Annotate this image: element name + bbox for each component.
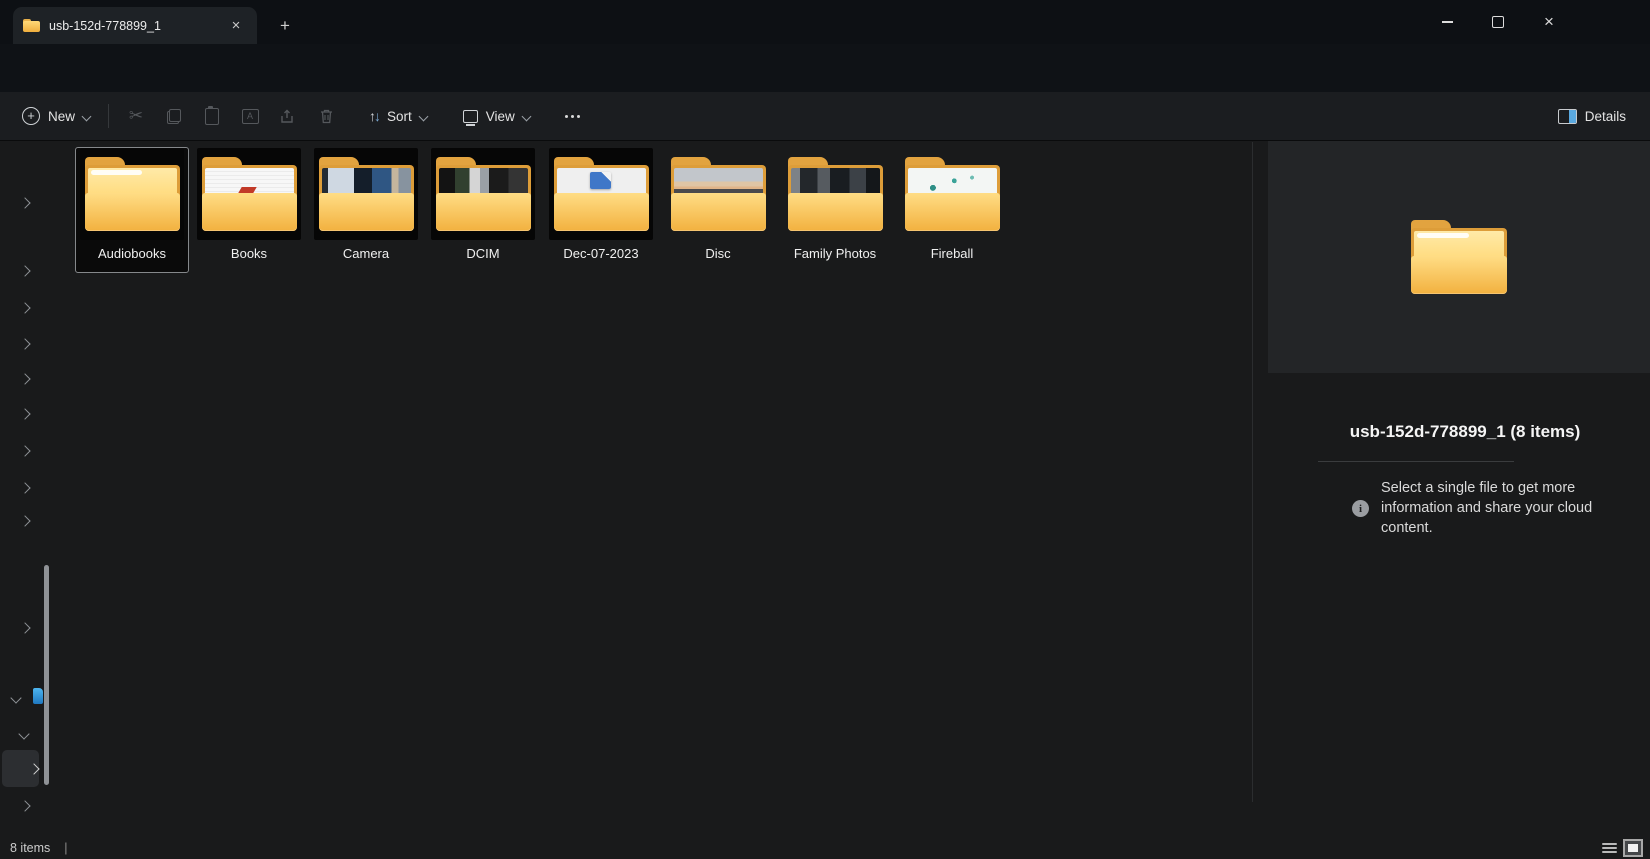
ellipsis-icon [565, 115, 580, 118]
tree-chevron-icon[interactable] [19, 800, 30, 811]
explorer-tab[interactable]: usb-152d-778899_1 [13, 7, 257, 44]
file-name: Audiobooks [98, 246, 166, 261]
chevron-down-icon [521, 111, 531, 121]
details-info-text: Select a single file to get more informa… [1381, 478, 1617, 538]
folder-icon [436, 157, 531, 231]
new-button-label: New [48, 109, 75, 124]
new-tab-button[interactable] [272, 13, 298, 39]
items-count: 8 items [10, 841, 50, 855]
status-bar: 8 items | [10, 841, 68, 855]
folder-icon [23, 19, 40, 32]
copy-button[interactable] [155, 99, 193, 133]
trash-icon [319, 108, 334, 124]
tree-chevron-icon[interactable] [19, 515, 30, 526]
file-name: Dec-07-2023 [563, 246, 638, 261]
sort-icon [369, 108, 379, 124]
close-tab-icon[interactable] [225, 15, 247, 37]
share-button[interactable] [269, 99, 307, 133]
file-tile-fireball[interactable]: Fireball [896, 148, 1008, 272]
file-tile-dec-07-2023[interactable]: Dec-07-2023 [545, 148, 657, 272]
chevron-down-icon [418, 111, 428, 121]
file-name: Books [231, 246, 267, 261]
copy-icon [167, 109, 181, 124]
plus-icon [22, 107, 40, 125]
file-tile-family-photos[interactable]: Family Photos [779, 148, 891, 272]
file-explorer-window: usb-152d-778899_1 Network 192 [0, 0, 1650, 859]
folder-icon [788, 157, 883, 231]
more-options-button[interactable] [554, 99, 592, 133]
paste-icon [205, 108, 219, 125]
file-name: Family Photos [794, 246, 876, 261]
navigation-bar: Network 192.168.100.1 usb-152d-778899_1 [0, 44, 1650, 92]
file-name: Fireball [931, 246, 974, 261]
cut-icon [129, 106, 143, 126]
cut-button[interactable] [117, 99, 155, 133]
view-toggles [1601, 839, 1643, 857]
file-tile-camera[interactable]: Camera [310, 148, 422, 272]
preview-box [1268, 141, 1650, 373]
folder-icon [671, 157, 766, 231]
tree-chevron-icon[interactable] [19, 622, 30, 633]
tree-chevron-icon[interactable] [19, 373, 30, 384]
sort-button[interactable]: Sort [359, 99, 437, 133]
tree-chevron-icon[interactable] [19, 408, 30, 419]
chevron-down-icon [82, 111, 92, 121]
new-button[interactable]: New [12, 99, 100, 133]
file-name: Disc [705, 246, 730, 261]
file-tile-books[interactable]: Books [193, 148, 305, 272]
command-toolbar: New Sort View [0, 92, 1650, 141]
file-name: DCIM [466, 246, 499, 261]
tree-chevron-icon[interactable] [19, 445, 30, 456]
status-separator: | [64, 841, 67, 855]
details-info: Select a single file to get more informa… [1352, 478, 1617, 538]
details-divider [1318, 461, 1514, 462]
view-icon [463, 110, 478, 123]
folder-icon [202, 157, 297, 231]
minimize-button[interactable] [1432, 8, 1462, 36]
tree-chevron-icon[interactable] [19, 302, 30, 313]
rename-icon [242, 109, 259, 124]
folder-icon [85, 157, 180, 231]
tree-chevron-icon[interactable] [19, 482, 30, 493]
tree-chevron-icon[interactable] [19, 197, 30, 208]
close-button[interactable] [1534, 8, 1564, 36]
tab-title: usb-152d-778899_1 [49, 19, 225, 33]
tree-chevron-icon[interactable] [19, 338, 30, 349]
title-bar: usb-152d-778899_1 [0, 0, 1650, 44]
preview-folder-icon [1411, 220, 1507, 294]
toolbar-separator [108, 104, 109, 128]
onedrive-icon[interactable] [33, 688, 43, 704]
sort-button-label: Sort [387, 109, 412, 124]
file-name: Camera [343, 246, 389, 261]
tree-chevron-down-icon[interactable] [18, 728, 29, 739]
thumbnail-view-toggle-icon[interactable] [1623, 839, 1643, 857]
delete-button[interactable] [307, 99, 345, 133]
file-tile-disc[interactable]: Disc [662, 148, 774, 272]
folder-icon [319, 157, 414, 231]
share-icon [280, 109, 296, 124]
maximize-button[interactable] [1483, 8, 1513, 36]
pane-divider [1252, 142, 1253, 802]
folder-icon [905, 157, 1000, 231]
details-toggle-button[interactable]: Details [1548, 99, 1636, 133]
details-button-label: Details [1585, 109, 1626, 124]
tree-chevron-down-icon[interactable] [10, 692, 21, 703]
paste-button[interactable] [193, 99, 231, 133]
info-icon [1352, 500, 1369, 517]
details-title: usb-152d-778899_1 (8 items) [1300, 422, 1630, 442]
sidebar-scrollbar[interactable] [44, 565, 49, 785]
view-button-label: View [486, 109, 515, 124]
rename-button[interactable] [231, 99, 269, 133]
folder-icon [554, 157, 649, 231]
file-tile-dcim[interactable]: DCIM [427, 148, 539, 272]
view-button[interactable]: View [453, 99, 540, 133]
file-tile-audiobooks[interactable]: Audiobooks [76, 148, 188, 272]
details-view-toggle-icon[interactable] [1601, 841, 1618, 856]
tree-chevron-icon[interactable] [19, 265, 30, 276]
details-panel-icon [1558, 109, 1577, 124]
